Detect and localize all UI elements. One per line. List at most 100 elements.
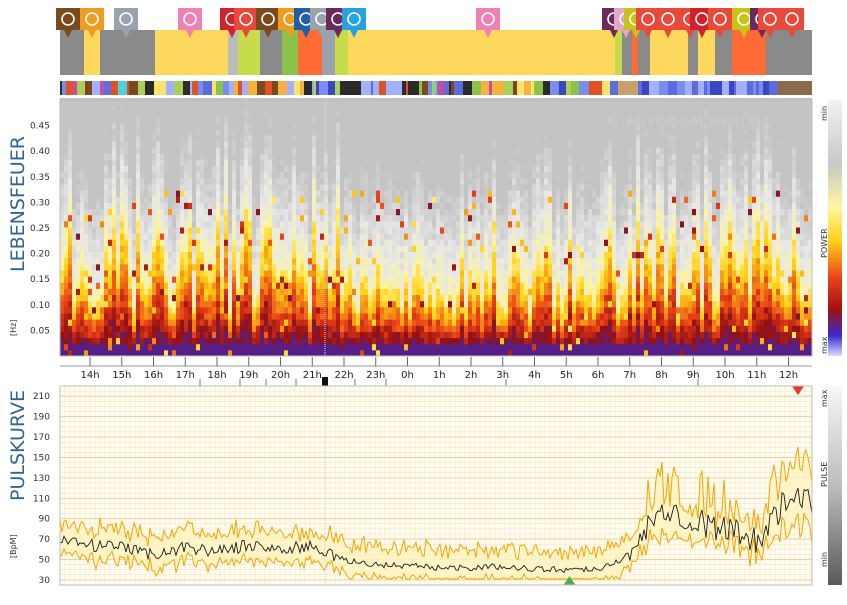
heatmap-cell xyxy=(152,331,156,339)
heatmap-cell xyxy=(464,276,468,283)
heatmap-cell xyxy=(312,110,316,117)
heatmap-cell xyxy=(144,331,148,339)
heatmap-cell xyxy=(336,122,340,130)
heatmap-cell xyxy=(432,196,436,203)
heatmap-cell xyxy=(332,97,336,105)
heatmap-cell xyxy=(308,300,312,308)
heatmap-cell xyxy=(416,104,420,111)
heatmap-cell xyxy=(432,171,436,179)
heatmap-cell xyxy=(296,312,300,320)
heatmap-cell xyxy=(500,110,504,117)
heatmap-cell xyxy=(280,165,284,173)
heatmap-cell xyxy=(252,245,256,253)
heatmap-cell xyxy=(296,116,300,124)
heatmap-cell xyxy=(484,165,488,173)
heatmap-cell xyxy=(268,147,272,154)
heatmap-cell xyxy=(460,190,464,197)
heatmap-cell xyxy=(348,263,352,271)
strip-cell xyxy=(304,81,312,95)
heatmap-cell xyxy=(432,183,436,191)
heatmap-cell xyxy=(264,183,268,191)
heatmap-cell xyxy=(380,110,384,117)
heatmap-cell xyxy=(124,208,128,216)
heatmap-cell xyxy=(160,325,164,332)
heatmap-cell xyxy=(116,214,120,222)
heatmap-cell xyxy=(220,202,224,210)
heatmap-cell xyxy=(364,325,368,332)
heatmap-cell xyxy=(392,208,396,216)
heatmap-cell xyxy=(332,276,336,283)
heatmap-cell xyxy=(308,282,312,289)
heatmap-cell xyxy=(372,147,376,154)
heatmap-cell xyxy=(476,288,480,296)
heatmap-cell xyxy=(176,116,180,124)
heatmap-cell xyxy=(96,202,100,210)
heatmap-cell xyxy=(492,196,496,203)
heatmap-cell xyxy=(200,97,204,105)
heatmap-cell xyxy=(368,337,372,345)
heatmap-cell xyxy=(232,245,236,253)
strip-cell xyxy=(504,81,513,95)
heatmap-cell xyxy=(396,282,400,289)
heatmap-cell xyxy=(496,134,500,142)
heatmap-cell xyxy=(120,233,124,240)
heatmap-cell xyxy=(260,312,264,320)
heatmap-cell xyxy=(100,343,104,351)
heatmap-cell xyxy=(472,122,476,130)
heatmap-cell xyxy=(256,134,260,142)
heatmap-cell xyxy=(236,110,240,117)
heatmap-cell xyxy=(444,343,448,351)
heatmap-cell xyxy=(404,165,408,173)
heatmap-cell xyxy=(312,208,316,216)
heatmap-cell xyxy=(208,110,212,117)
heatmap-cell xyxy=(376,257,380,265)
heatmap-cell xyxy=(392,337,396,345)
heatmap-cell xyxy=(312,233,316,240)
heatmap-cell xyxy=(104,239,108,246)
heatmap-cell xyxy=(304,276,308,283)
heatmap-cell xyxy=(500,263,504,271)
heatmap-cell xyxy=(196,202,200,210)
heatmap-cell xyxy=(148,269,152,277)
heatmap-cell xyxy=(464,134,468,142)
heatmap-cell xyxy=(312,294,316,302)
heatmap-cell xyxy=(276,134,280,142)
heatmap-cell xyxy=(68,147,72,154)
heatmap-cell xyxy=(124,269,128,277)
heatmap-cell xyxy=(452,288,456,296)
heatmap-cell xyxy=(440,196,444,203)
heatmap-cell xyxy=(420,110,424,117)
heatmap-cell xyxy=(460,214,464,222)
heatmap-cell xyxy=(288,134,292,142)
heatmap-cell xyxy=(496,147,500,154)
heatmap-cell xyxy=(488,196,492,203)
heatmap-cell xyxy=(272,116,276,124)
heatmap-cell xyxy=(272,300,276,308)
heatmap-cell xyxy=(340,300,344,308)
heatmap-cell xyxy=(344,288,348,296)
heatmap-cell xyxy=(364,245,368,253)
heatmap-cell xyxy=(180,134,184,142)
heatmap-cell xyxy=(60,306,64,314)
heatmap-cell xyxy=(464,214,468,222)
heatmap-cell xyxy=(72,257,76,265)
heatmap-cell xyxy=(144,220,148,228)
heatmap-cell xyxy=(496,196,500,203)
heatmap-cell xyxy=(360,276,364,283)
heatmap-cell xyxy=(112,183,116,191)
heatmap-cell xyxy=(216,233,220,240)
heatmap-cell xyxy=(116,183,120,191)
heatmap-cell xyxy=(264,288,268,296)
heatmap-cell xyxy=(320,263,324,271)
heatmap-cell xyxy=(352,337,356,345)
heatmap-cell xyxy=(148,343,152,351)
heatmap-cell xyxy=(380,190,384,197)
heatmap-cell xyxy=(124,294,128,302)
heatmap-cell xyxy=(312,190,316,197)
heatmap-cell xyxy=(396,263,400,271)
heatmap-cell xyxy=(296,97,300,105)
heatmap-cell xyxy=(128,159,132,167)
heatmap-cell xyxy=(96,165,100,173)
heatmap-cell xyxy=(132,208,136,216)
heatmap-cell xyxy=(156,251,160,259)
